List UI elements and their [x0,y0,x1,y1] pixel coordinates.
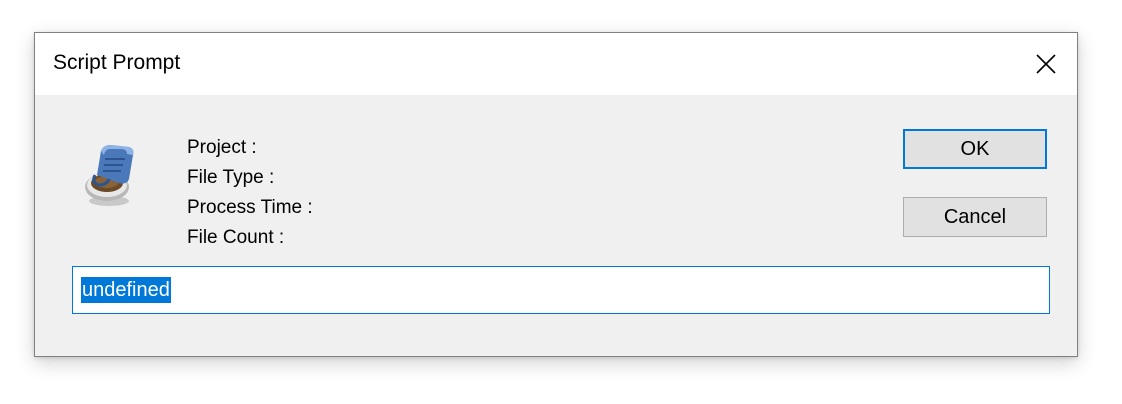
close-button[interactable] [1015,33,1077,95]
file-count-label: File Count : [187,227,285,248]
title-bar[interactable]: Script Prompt [35,33,1077,95]
dialog-title: Script Prompt [53,51,181,74]
close-icon [1036,54,1056,74]
project-label: Project : [187,137,257,158]
prompt-input[interactable]: undefined [72,266,1050,314]
ok-button[interactable]: OK [903,129,1047,169]
process-time-label: Process Time : [187,197,313,218]
script-icon [79,137,141,211]
info-panel: Project : File Type : Process Time : Fil… [187,133,313,253]
script-prompt-dialog: Script Prompt Project : File Type : Proc… [34,32,1078,357]
file-type-label: File Type : [187,167,275,188]
cancel-button[interactable]: Cancel [903,197,1047,237]
prompt-input-value: undefined [81,277,171,303]
